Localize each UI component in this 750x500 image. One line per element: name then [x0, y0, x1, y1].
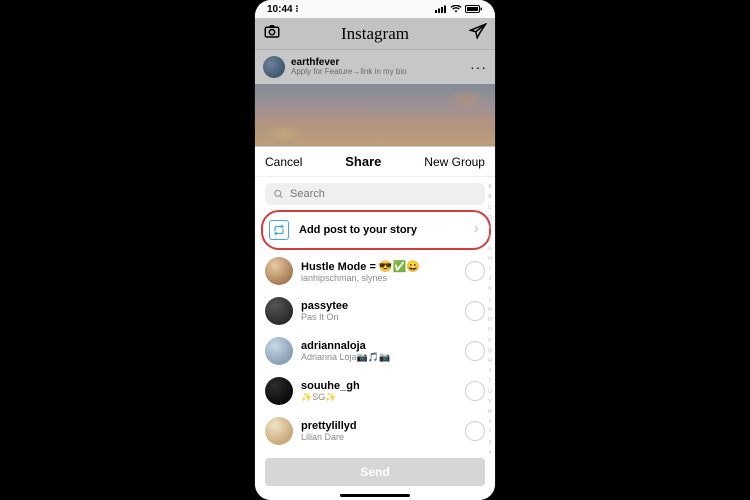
cancel-button[interactable]: Cancel — [265, 155, 302, 169]
recipient-meta: adriannalojaAdrianna Loja📷🎵📷 — [301, 340, 457, 363]
share-sheet: Cancel Share New Group Add post to your … — [255, 146, 495, 500]
search-icon — [273, 188, 284, 200]
search-input[interactable] — [290, 188, 477, 200]
new-group-button[interactable]: New Group — [424, 155, 485, 169]
recipient-name: adriannaloja — [301, 340, 457, 352]
recipient-subtitle: Adrianna Loja📷🎵📷 — [301, 352, 457, 363]
post-more-icon[interactable]: ··· — [470, 59, 487, 75]
recipient-select-radio[interactable] — [465, 421, 485, 441]
phone-frame: 10:44 ⁝ Instagram earthfever — [255, 0, 495, 500]
recipient-avatar — [265, 417, 293, 445]
recipient-select-radio[interactable] — [465, 261, 485, 281]
post-author-avatar[interactable] — [263, 56, 285, 78]
recipient-list: Hustle Mode = 😎✅😀ianhipschman, slynes pas… — [255, 251, 495, 452]
recipient-subtitle: Lilian Dare — [301, 432, 457, 442]
recipient-subtitle: ✨SG✨ — [301, 392, 457, 403]
recipient-name: passytee — [301, 300, 457, 312]
recipient-select-radio[interactable] — [465, 381, 485, 401]
home-indicator — [255, 490, 495, 500]
share-sheet-title: Share — [345, 154, 381, 169]
send-bar: Send — [255, 452, 495, 490]
repost-icon — [269, 220, 289, 240]
letterbox-stage: 10:44 ⁝ Instagram earthfever — [0, 0, 750, 500]
recipient-row[interactable]: Hustle Mode = 😎✅😀ianhipschman, slynes — [255, 251, 495, 291]
recipient-avatar — [265, 377, 293, 405]
status-icons — [435, 5, 483, 13]
send-button[interactable]: Send — [265, 458, 485, 486]
recipient-meta: passyteePas It On — [301, 300, 457, 322]
direct-message-icon[interactable] — [469, 22, 487, 45]
recipient-select-radio[interactable] — [465, 301, 485, 321]
recipient-row[interactable]: passyteePas It On — [255, 291, 495, 331]
signal-icon — [435, 5, 447, 13]
add-to-story-row[interactable]: Add post to your story — [263, 213, 487, 247]
recipient-meta: prettylillydLilian Dare — [301, 420, 457, 442]
recipient-row[interactable]: prettylillydLilian Dare — [255, 411, 495, 451]
recipient-subtitle: ianhipschman, slynes — [301, 273, 457, 283]
app-header: Instagram — [255, 18, 495, 50]
search-wrap — [255, 177, 495, 209]
dimmed-backdrop: Instagram earthfever Apply for Feature→l… — [255, 18, 495, 146]
recipient-row[interactable]: adriannalojaAdrianna Loja📷🎵📷 — [255, 331, 495, 371]
wifi-icon — [450, 5, 462, 13]
post-image — [255, 84, 495, 146]
share-sheet-header: Cancel Share New Group — [255, 147, 495, 177]
recipient-subtitle: Pas It On — [301, 312, 457, 322]
recipient-avatar — [265, 337, 293, 365]
post-header: earthfever Apply for Feature→link in my … — [255, 50, 495, 84]
search-field[interactable] — [265, 183, 485, 205]
app-title: Instagram — [341, 24, 409, 44]
recipient-name: souuhe_gh — [301, 380, 457, 392]
recipient-meta: Hustle Mode = 😎✅😀ianhipschman, slynes — [301, 260, 457, 283]
chevron-right-icon — [471, 221, 481, 239]
post-author-tagline: Apply for Feature→link in my bio — [291, 68, 464, 77]
recipient-row[interactable]: Cugliari Specialmattbanwer, mike_cugliar… — [255, 451, 495, 452]
recipient-avatar — [265, 297, 293, 325]
recipient-row[interactable]: souuhe_gh✨SG✨ — [255, 371, 495, 411]
post-author-meta[interactable]: earthfever Apply for Feature→link in my … — [291, 57, 464, 77]
status-bar: 10:44 ⁝ — [255, 0, 495, 18]
status-time: 10:44 ⁝ — [267, 4, 299, 15]
recipient-name: Hustle Mode = 😎✅😀 — [301, 260, 457, 273]
battery-icon — [465, 5, 483, 13]
camera-icon[interactable] — [263, 22, 281, 45]
recipient-avatar — [265, 257, 293, 285]
recipient-name: prettylillyd — [301, 420, 457, 432]
recipient-select-radio[interactable] — [465, 341, 485, 361]
recipient-meta: souuhe_gh✨SG✨ — [301, 380, 457, 403]
add-to-story-label: Add post to your story — [299, 224, 461, 236]
